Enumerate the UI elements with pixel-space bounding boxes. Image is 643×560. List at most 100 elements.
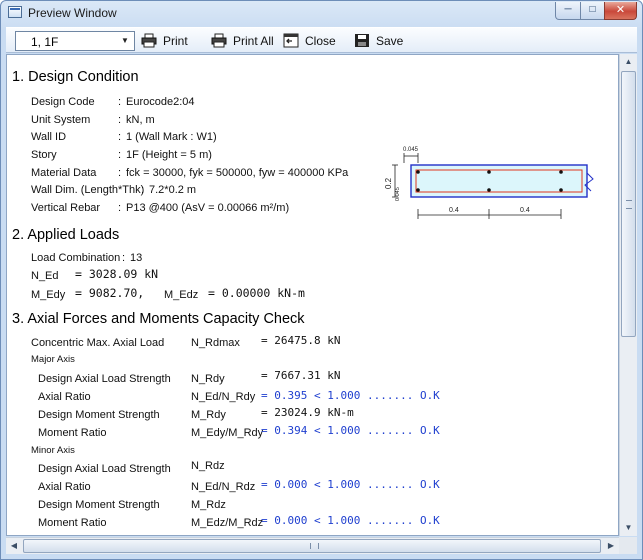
major-axial-strength-label: Design Axial Load Strength	[38, 373, 171, 385]
minor-axial-ratio-label: Axial Ratio	[38, 481, 91, 493]
wall-id-sep: :	[118, 131, 122, 143]
scroll-left-icon[interactable]: ◀	[6, 538, 22, 554]
print-button[interactable]: Print	[141, 32, 196, 50]
vertical-rebar-label: Vertical Rebar	[31, 202, 101, 214]
major-axial-strength-value: = 7667.31 kN	[261, 369, 341, 382]
concentric-symbol: N_Rdmax	[191, 337, 240, 349]
m-edz-label: M_Edz	[164, 289, 199, 301]
minor-moment-strength-label: Design Moment Strength	[38, 499, 160, 511]
design-code-label: Design Code	[31, 96, 95, 108]
section-heading-design-condition: 1. Design Condition	[12, 69, 139, 85]
minor-moment-ratio-value: = 0.000 < 1.000 ....... O.K	[261, 514, 440, 527]
rebar-dot	[559, 170, 563, 174]
m-edy-value: = 9082.70,	[75, 286, 145, 300]
maximize-button[interactable]: □	[580, 2, 605, 20]
floppy-disk-icon	[355, 34, 369, 47]
major-moment-ratio-value: = 0.394 < 1.000 ....... O.K	[261, 424, 440, 437]
load-combination-value: 13	[130, 252, 143, 264]
save-button[interactable]: Save	[354, 32, 409, 50]
material-data-sep: :	[118, 167, 122, 179]
story-sep: :	[118, 149, 122, 161]
rebar-dot	[559, 188, 563, 192]
report-content: 1. Design Condition Design Code : Euroco…	[6, 54, 619, 536]
wall-dim-value: 7.2*0.2 m	[149, 184, 197, 196]
story-dropdown[interactable]: 1, 1F ▼	[15, 31, 135, 51]
minor-axial-strength-symbol: N_Rdz	[191, 460, 225, 472]
chevron-down-icon[interactable]: ▼	[118, 34, 132, 48]
concentric-value: = 26475.8 kN	[261, 334, 341, 347]
wall-id-value: 1 (Wall Mark : W1)	[126, 131, 217, 143]
major-axial-ratio-label: Axial Ratio	[38, 391, 91, 403]
close-window-button[interactable]: ✕	[604, 2, 637, 20]
scroll-up-icon[interactable]: ▲	[621, 54, 636, 70]
wall-section-diagram: 0.045 0.2 0.045 0.4 0.4	[384, 147, 594, 219]
scrollbar-corner	[619, 537, 637, 554]
minor-axial-ratio-symbol: N_Ed/N_Rdz	[191, 481, 256, 493]
horizontal-scroll-thumb[interactable]	[23, 539, 601, 553]
major-moment-ratio-label: Moment Ratio	[38, 427, 107, 439]
n-ed-label: N_Ed	[31, 270, 59, 282]
rebar-dot	[416, 170, 420, 174]
vertical-scrollbar[interactable]: ▲ ▼	[619, 54, 637, 536]
m-edy-label: M_Edy	[31, 289, 66, 301]
wall-dim-label: Wall Dim. (Length*Thk)	[31, 184, 145, 196]
print-all-label: Print All	[233, 34, 274, 48]
rebar-dot	[487, 170, 491, 174]
wall-id-label: Wall ID	[31, 131, 67, 143]
horizontal-scrollbar[interactable]: ◀ ▶	[6, 537, 619, 554]
unit-system-value: kN, m	[126, 114, 155, 126]
major-axis-label: Major Axis	[31, 354, 75, 365]
vertical-rebar-value: P13 @400 (AsV = 0.00066 m²/m)	[126, 202, 290, 214]
dim-height-text: 0.2	[384, 177, 393, 189]
minimize-icon: ─	[564, 4, 572, 15]
major-axial-ratio-symbol: N_Ed/N_Rdy	[191, 391, 256, 403]
minor-axial-strength-label: Design Axial Load Strength	[38, 463, 171, 475]
m-edz-value: = 0.00000 kN-m	[208, 286, 305, 300]
section-heading-capacity-check: 3. Axial Forces and Moments Capacity Che…	[12, 311, 305, 327]
close-preview-label: Close	[305, 34, 336, 48]
load-combination-label: Load Combination	[31, 252, 121, 264]
preview-window: Preview Window ─ □ ✕ 1, 1F ▼ Print Print…	[0, 0, 643, 560]
major-moment-strength-label: Design Moment Strength	[38, 409, 160, 421]
vertical-scroll-thumb[interactable]	[621, 71, 636, 337]
story-value: 1F (Height = 5 m)	[126, 149, 212, 161]
material-data-label: Material Data	[31, 167, 97, 179]
dim-left-span-text: 0.4	[449, 207, 459, 214]
print-label: Print	[163, 34, 188, 48]
minimize-button[interactable]: ─	[555, 2, 581, 20]
design-code-sep: :	[118, 96, 122, 108]
dim-top-text: 0.045	[403, 147, 419, 153]
minor-moment-ratio-label: Moment Ratio	[38, 517, 107, 529]
story-label: Story	[31, 149, 57, 161]
story-dropdown-value: 1, 1F	[31, 35, 59, 49]
title-bar[interactable]: Preview Window ─ □ ✕	[1, 1, 642, 25]
save-label: Save	[376, 34, 404, 48]
scroll-down-icon[interactable]: ▼	[621, 520, 636, 536]
print-all-button[interactable]: Print All	[211, 32, 281, 50]
design-code-value: Eurocode2:04	[126, 96, 195, 108]
major-moment-strength-value: = 23024.9 kN-m	[261, 406, 354, 419]
material-data-value: fck = 30000, fyk = 500000, fyw = 400000 …	[126, 167, 349, 179]
minor-axis-label: Minor Axis	[31, 445, 75, 456]
n-ed-value: = 3028.09 kN	[75, 267, 159, 281]
minor-moment-strength-symbol: M_Rdz	[191, 499, 226, 511]
major-moment-ratio-symbol: M_Edy/M_Rdy	[191, 427, 264, 439]
major-axial-strength-symbol: N_Rdy	[191, 373, 225, 385]
concentric-label: Concentric Max. Axial Load	[31, 337, 165, 349]
window-title: Preview Window	[28, 6, 117, 20]
unit-system-label: Unit System	[31, 114, 91, 126]
vertical-rebar-sep: :	[118, 202, 122, 214]
maximize-icon: □	[589, 4, 596, 15]
scroll-right-icon[interactable]: ▶	[603, 538, 619, 554]
dim-side-text: 0.045	[395, 187, 401, 201]
dim-right-span-text: 0.4	[520, 207, 530, 214]
close-icon: ✕	[615, 4, 626, 16]
rebar-dot	[416, 188, 420, 192]
close-preview-button[interactable]: Close	[283, 32, 343, 50]
minor-moment-ratio-symbol: M_Edz/M_Rdz	[191, 517, 264, 529]
section-heading-applied-loads: 2. Applied Loads	[12, 227, 120, 243]
major-axial-ratio-value: = 0.395 < 1.000 ....... O.K	[261, 389, 440, 402]
major-moment-strength-symbol: M_Rdy	[191, 409, 226, 421]
rebar-dot	[487, 188, 491, 192]
close-preview-icon	[283, 33, 299, 48]
